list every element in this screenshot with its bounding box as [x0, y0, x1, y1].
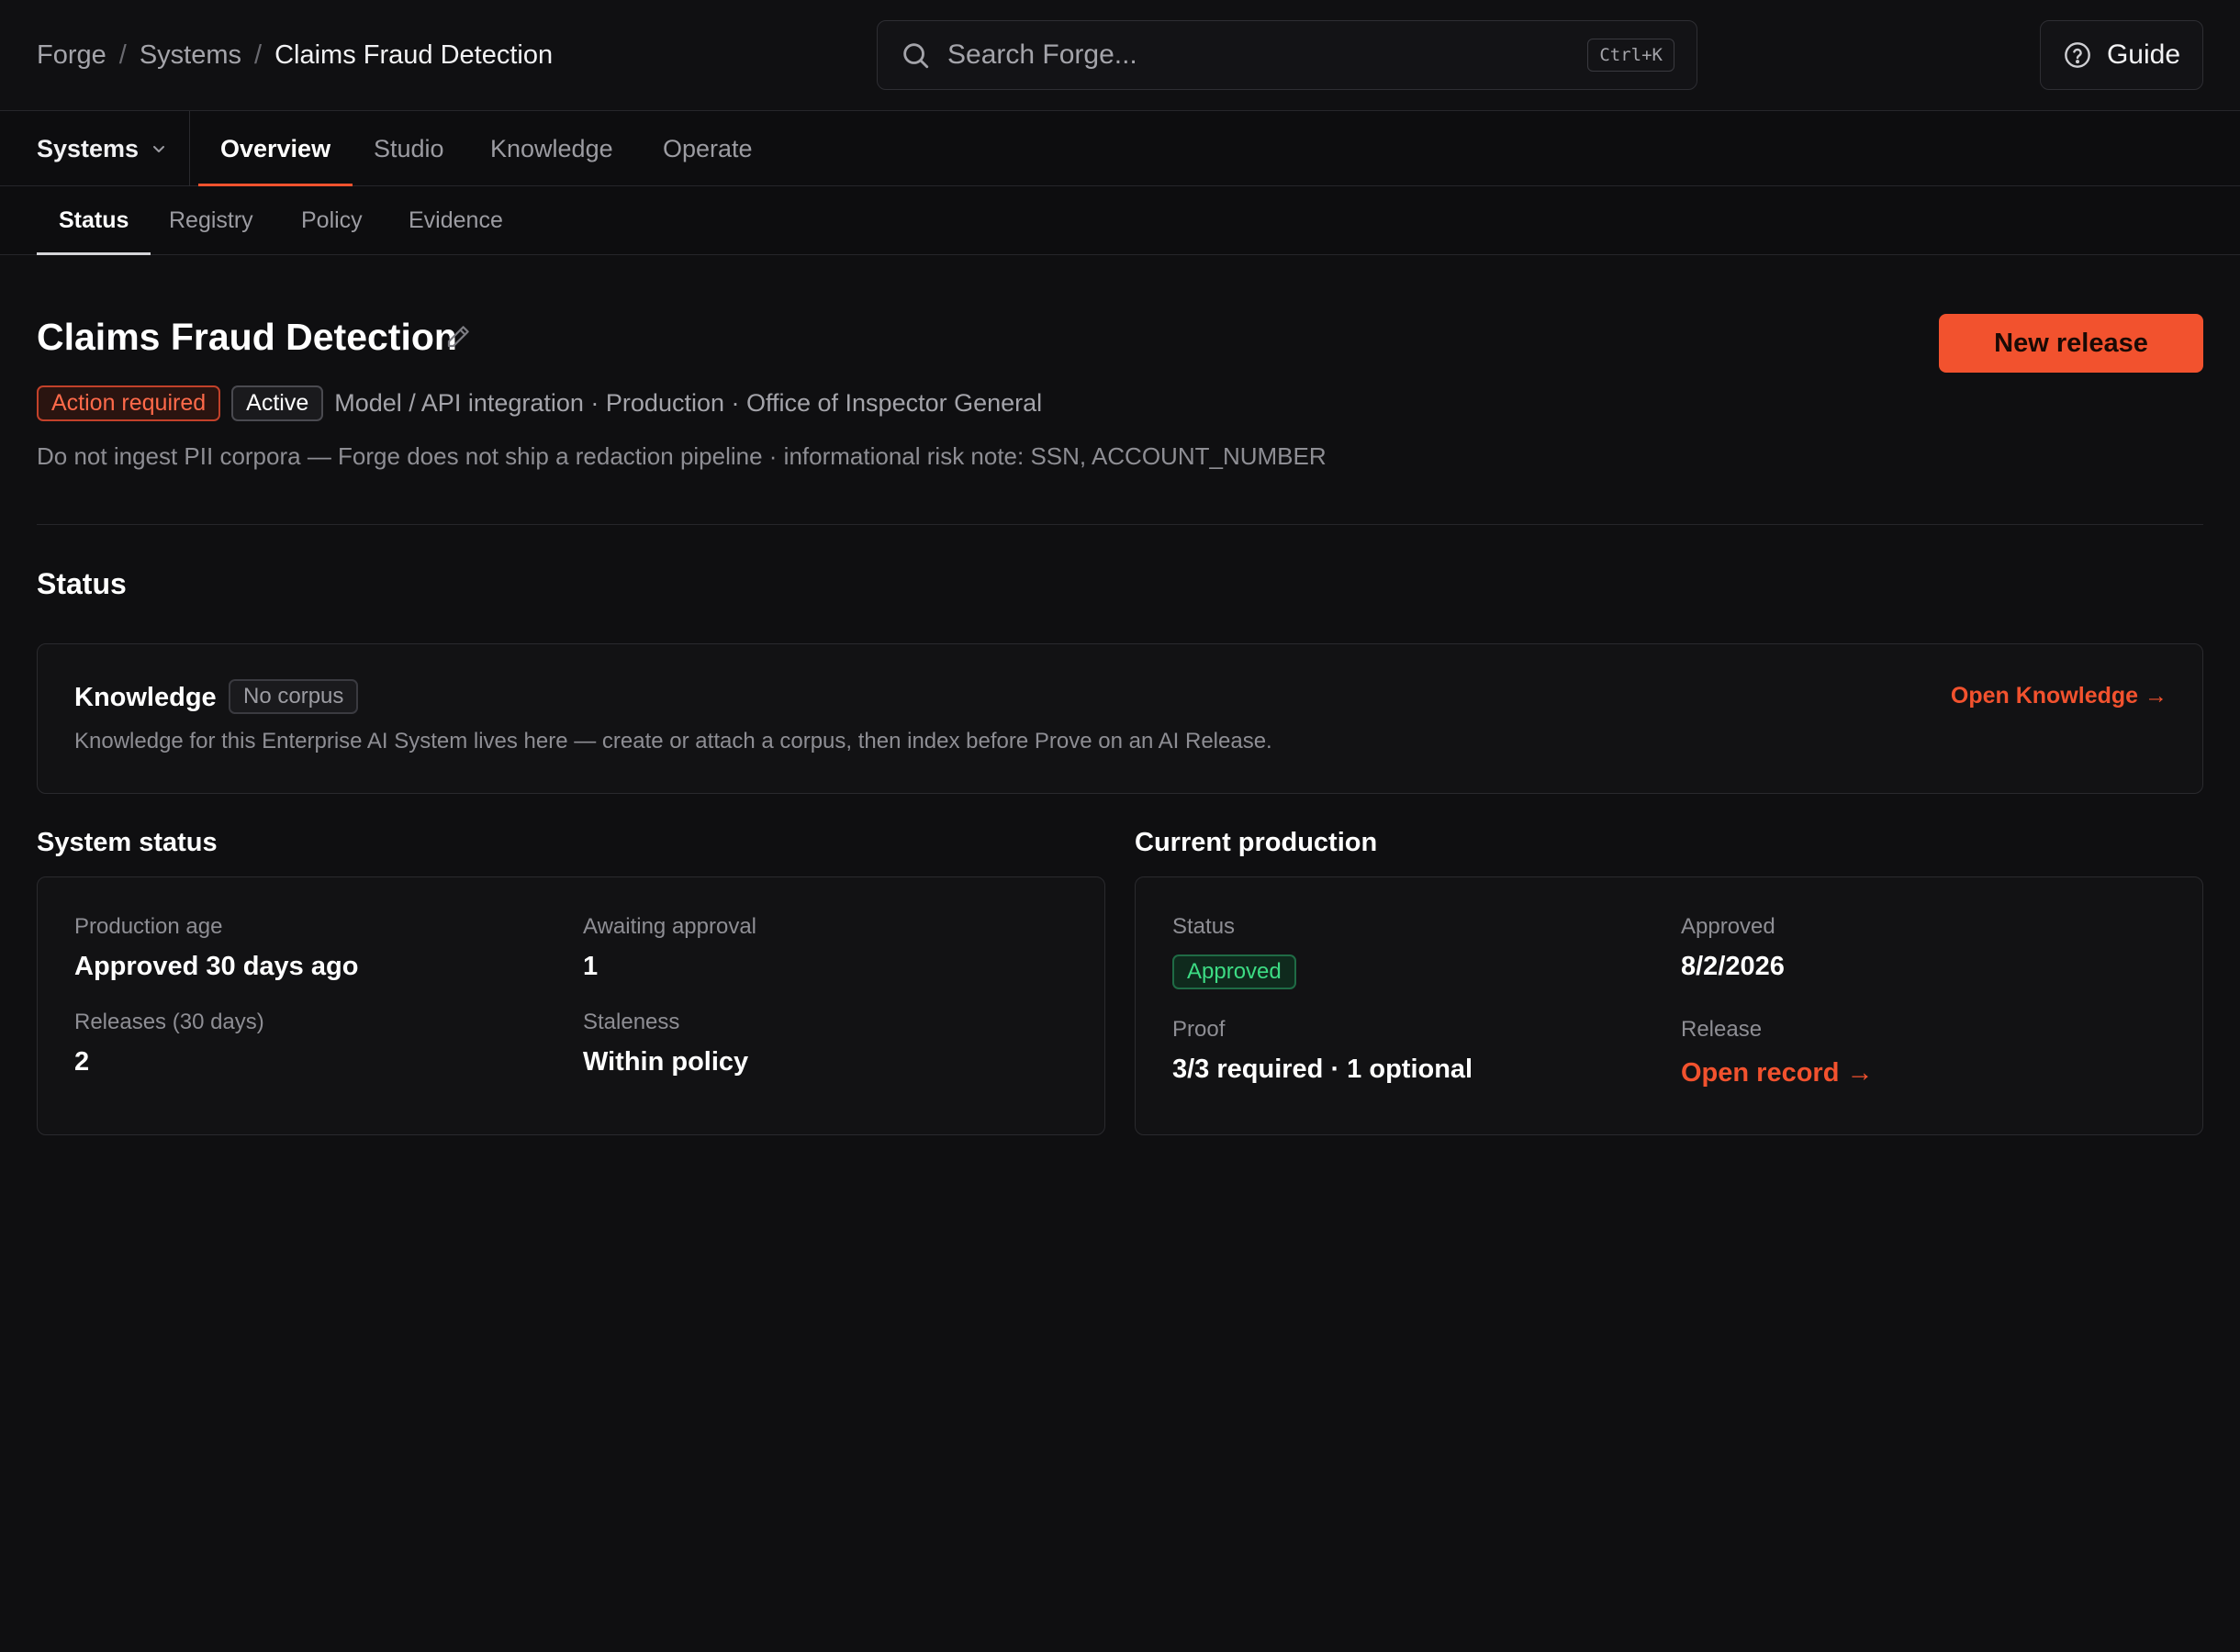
knowledge-card-title: Knowledge	[74, 683, 217, 712]
staleness-label: Staleness	[583, 1010, 680, 1034]
breadcrumb-separator: /	[118, 39, 127, 70]
approved-date-value: 8/2/2026	[1681, 952, 1785, 981]
current-production-card: Status Approved Approved 8/2/2026 Proof …	[1135, 876, 2203, 1135]
search-icon	[903, 43, 929, 69]
main-nav: Systems Overview Studio Knowledge Operat…	[0, 111, 2240, 186]
approved-status-badge: Approved	[1172, 954, 1296, 989]
no-corpus-badge: No corpus	[229, 679, 359, 714]
open-knowledge-link[interactable]: Open Knowledge →	[1951, 683, 2167, 709]
system-status-card: Production age Approved 30 days ago Awai…	[37, 876, 1105, 1135]
subtab-status[interactable]: Status	[36, 186, 151, 255]
approved-date-label: Approved	[1681, 914, 1775, 939]
awaiting-approval-value: 1	[583, 952, 599, 981]
subtab-evidence[interactable]: Evidence	[409, 186, 503, 255]
open-record-link[interactable]: Open record →	[1681, 1058, 1874, 1088]
breadcrumb-current: Claims Fraud Detection	[274, 39, 554, 70]
production-age-value: Approved 30 days ago	[74, 952, 359, 981]
guide-button[interactable]: Guide	[2040, 20, 2203, 90]
new-release-button[interactable]: New release	[1939, 314, 2203, 373]
proof-label: Proof	[1172, 1017, 1226, 1042]
breadcrumb-separator: /	[254, 39, 263, 70]
search-shortcut: Ctrl+K	[1587, 39, 1674, 72]
subtab-registry[interactable]: Registry	[169, 186, 253, 255]
proof-value: 3/3 required · 1 optional	[1172, 1055, 1473, 1084]
tab-operate[interactable]: Operate	[663, 111, 753, 186]
search-input[interactable]: Search Forge... Ctrl+K	[877, 20, 1697, 90]
active-badge: Active	[231, 385, 324, 421]
current-production-title: Current production	[1135, 828, 1378, 857]
section-title-status: Status	[37, 567, 127, 600]
risk-note: Do not ingest PII corpora — Forge does n…	[37, 442, 1327, 470]
search-placeholder: Search Forge...	[947, 39, 1137, 70]
staleness-value: Within policy	[583, 1047, 749, 1077]
awaiting-approval-label: Awaiting approval	[583, 914, 757, 939]
help-icon	[2065, 42, 2090, 68]
chevron-down-icon	[153, 146, 165, 152]
tab-studio[interactable]: Studio	[374, 111, 444, 186]
system-meta-row: Action required Active Model / API integ…	[37, 384, 1042, 422]
knowledge-card: Knowledge No corpus Knowledge for this E…	[37, 643, 2203, 794]
status-label: Status	[1172, 914, 1236, 939]
breadcrumb-systems[interactable]: Systems	[140, 40, 241, 71]
release-label: Release	[1681, 1017, 1763, 1042]
tab-knowledge[interactable]: Knowledge	[490, 111, 613, 186]
action-required-badge: Action required	[37, 385, 221, 421]
nav-divider	[189, 111, 190, 186]
systems-dropdown-label: Systems	[37, 134, 140, 162]
divider	[37, 524, 2203, 525]
system-meta-text: Model / API integration · Production · O…	[334, 388, 1043, 417]
breadcrumb: Forge / Systems / Claims Fraud Detection	[37, 37, 553, 73]
guide-label: Guide	[2106, 39, 2181, 70]
tab-overview[interactable]: Overview	[197, 111, 353, 186]
releases-label: Releases (30 days)	[74, 1010, 264, 1034]
subtab-policy[interactable]: Policy	[301, 186, 363, 255]
system-status-title: System status	[37, 828, 218, 857]
top-bar: Forge / Systems / Claims Fraud Detection…	[0, 0, 2240, 111]
releases-value: 2	[74, 1047, 90, 1077]
production-age-label: Production age	[74, 914, 223, 939]
sub-nav: Status Registry Policy Evidence	[0, 186, 2240, 255]
breadcrumb-forge[interactable]: Forge	[37, 40, 106, 71]
knowledge-card-description: Knowledge for this Enterprise AI System …	[74, 729, 1272, 753]
page-title: Claims Fraud Detection	[37, 316, 457, 358]
systems-dropdown[interactable]: Systems	[37, 111, 168, 186]
edit-pencil-icon[interactable]	[444, 323, 472, 351]
